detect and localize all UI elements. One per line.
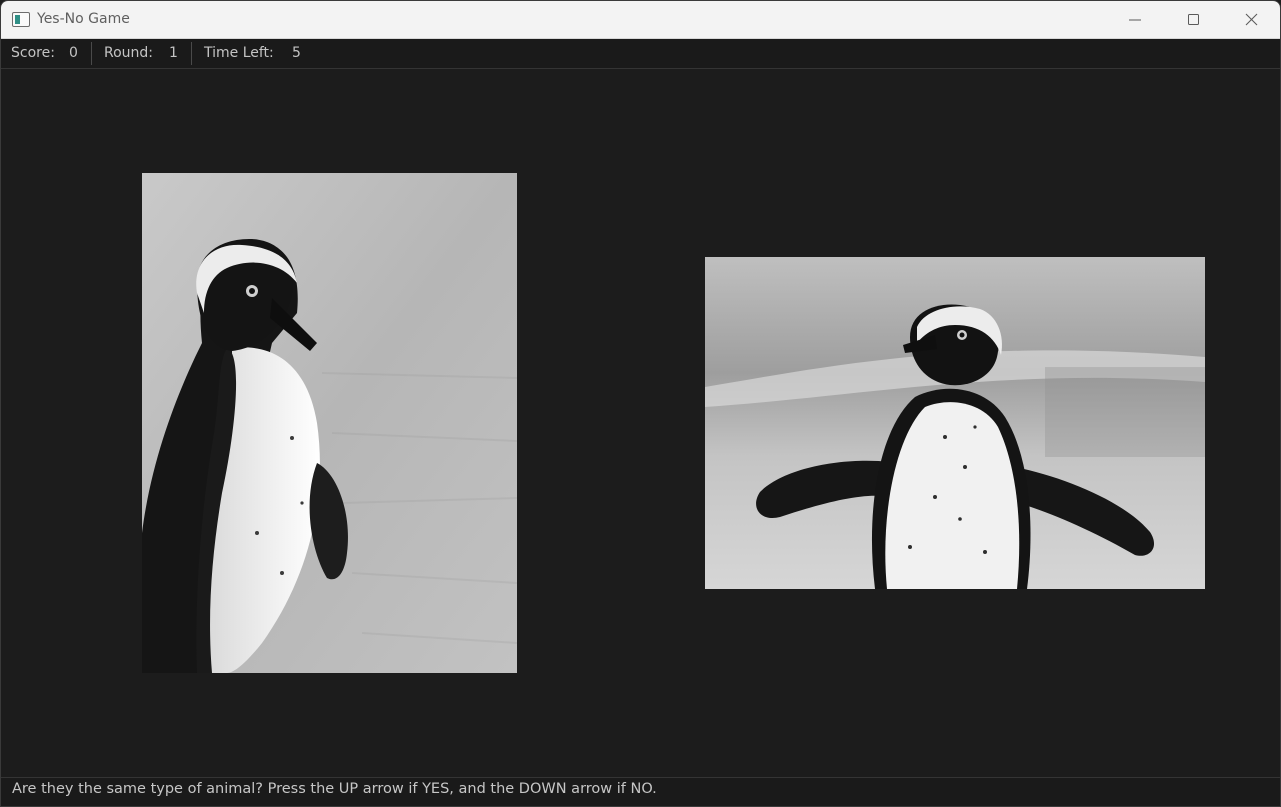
window-title: Yes-No Game xyxy=(37,11,130,27)
round-stat: Round: 1 xyxy=(104,45,178,61)
maximize-button[interactable] xyxy=(1164,1,1222,39)
left-penguin-image xyxy=(142,173,517,673)
round-value: 1 xyxy=(169,45,178,61)
app-window: Yes-No Game Score: 0 Round: 1 Time Left:… xyxy=(0,0,1281,807)
right-penguin-image xyxy=(705,257,1205,589)
close-button[interactable] xyxy=(1222,1,1280,39)
time-left-label: Time Left: xyxy=(204,45,274,61)
app-icon xyxy=(12,12,30,27)
image-comparison-area xyxy=(2,69,1280,777)
instruction-bar: Are they the same type of animal? Press … xyxy=(1,777,1280,806)
close-icon xyxy=(1245,13,1258,26)
maximize-icon xyxy=(1188,14,1199,25)
score-stat: Score: 0 xyxy=(11,45,78,61)
status-divider xyxy=(191,42,192,65)
minimize-icon xyxy=(1129,19,1141,21)
minimize-button[interactable] xyxy=(1106,1,1164,39)
status-divider xyxy=(91,42,92,65)
time-left-value: 5 xyxy=(292,45,301,61)
round-label: Round: xyxy=(104,45,154,61)
instruction-text: Are they the same type of animal? Press … xyxy=(12,781,657,797)
score-label: Score: xyxy=(11,45,55,61)
game-status-bar: Score: 0 Round: 1 Time Left: 5 xyxy=(1,39,1280,69)
title-bar[interactable]: Yes-No Game xyxy=(1,1,1280,39)
time-left-stat: Time Left: 5 xyxy=(204,45,301,61)
score-value: 0 xyxy=(69,45,78,61)
